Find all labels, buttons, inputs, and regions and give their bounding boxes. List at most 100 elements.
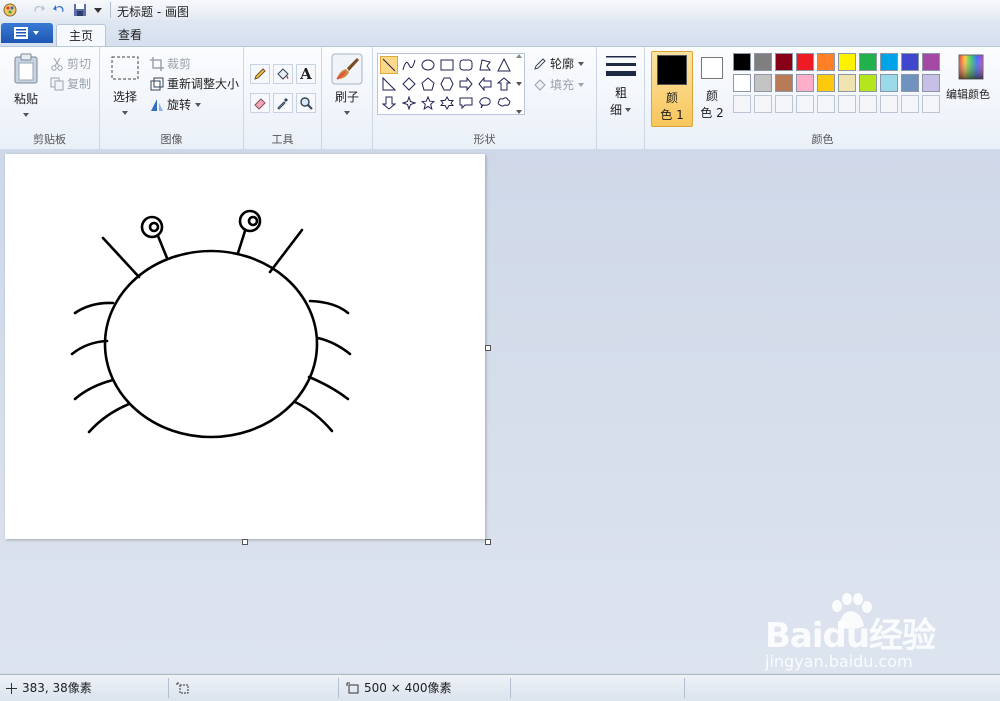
text-tool[interactable]: A [296,64,316,84]
custom-color-slot[interactable] [859,95,877,113]
rotate-button[interactable]: 旋转 [150,96,202,113]
fill-button[interactable]: 填充 [533,76,585,93]
tab-home[interactable]: 主页 [56,24,107,47]
shape-diamond[interactable] [400,75,418,93]
palette-swatch[interactable] [817,53,835,71]
chevron-down-icon [122,111,128,115]
right-triangle-icon [382,77,396,91]
undo-icon[interactable] [52,2,66,18]
expand-gallery-icon[interactable] [515,109,523,115]
paint-menu-button[interactable] [1,23,53,43]
color2-button[interactable]: 颜 色 2 [695,51,729,125]
palette-swatch[interactable] [922,53,940,71]
select-button[interactable]: 选择 [108,55,142,119]
outline-button[interactable]: 轮廓 [533,55,585,72]
palette-swatch[interactable] [838,53,856,71]
shape-triangle[interactable] [495,56,513,74]
palette-swatch[interactable] [922,74,940,92]
palette-swatch[interactable] [901,74,919,92]
palette-swatch[interactable] [775,53,793,71]
shape-hexagon[interactable] [438,75,456,93]
palette-swatch[interactable] [859,53,877,71]
shape-oval-callout[interactable] [476,94,494,112]
palette-swatch[interactable] [859,74,877,92]
palette-swatch[interactable] [880,74,898,92]
palette-swatch[interactable] [796,53,814,71]
shape-rectangle[interactable] [438,56,456,74]
customize-toolbar-icon[interactable] [93,2,103,18]
shape-six-point-star[interactable] [438,94,456,112]
color-picker-tool[interactable] [273,93,293,113]
color2-label-line2: 色 2 [700,106,724,120]
resize-handle-bottom[interactable] [242,539,248,545]
scroll-up-icon[interactable] [515,53,523,59]
resize-handle-right[interactable] [485,345,491,351]
brushes-button[interactable]: 刷子 [329,53,365,119]
shape-four-point-star[interactable] [400,94,418,112]
selection-rectangle-icon [111,56,139,80]
palette-swatch[interactable] [775,74,793,92]
cut-button[interactable]: 剪切 [50,55,91,72]
shape-five-point-star[interactable] [419,94,437,112]
drawing-canvas[interactable] [5,154,485,539]
magnifier-tool[interactable] [296,93,316,113]
shape-rect-callout[interactable] [457,94,475,112]
custom-color-slot[interactable] [838,95,856,113]
scroll-down-icon[interactable] [515,81,523,87]
shape-left-arrow[interactable] [476,75,494,93]
palette-swatch[interactable] [796,74,814,92]
fill-tool[interactable] [273,64,293,84]
shapes-scroll[interactable] [515,53,525,115]
canvas-size-icon [346,682,359,694]
custom-color-slot[interactable] [775,95,793,113]
resize-handle-corner[interactable] [485,539,491,545]
save-icon[interactable] [73,2,87,18]
shapes-gallery [377,53,525,115]
crop-button[interactable]: 裁剪 [150,55,191,72]
resize-button[interactable]: 重新调整大小 [150,75,239,92]
custom-color-slot[interactable] [733,95,751,113]
shape-right-triangle[interactable] [380,75,398,93]
shape-down-arrow[interactable] [380,94,398,112]
paint-app-icon[interactable] [2,2,18,18]
palette-swatch[interactable] [733,53,751,71]
edit-colors-label: 编辑颜色 [946,88,990,101]
shape-polygon[interactable] [476,56,494,74]
eraser-tool[interactable] [250,93,270,113]
tab-view[interactable]: 查看 [106,24,154,46]
shape-right-arrow[interactable] [457,75,475,93]
shape-rounded-rectangle[interactable] [457,56,475,74]
crosshair-icon [6,682,17,694]
palette-swatch[interactable] [754,74,772,92]
pencil-tool[interactable] [250,64,270,84]
shape-line[interactable] [380,56,398,74]
edit-colors-button[interactable]: 编辑颜色 [945,53,997,102]
size-button[interactable]: 粗 细 [603,53,639,118]
shape-pentagon[interactable] [419,75,437,93]
selection-size [176,675,189,701]
palette-swatch[interactable] [754,53,772,71]
clipboard-group-label: 剪贴板 [33,133,66,146]
custom-color-slot[interactable] [754,95,772,113]
shape-up-arrow[interactable] [495,75,513,93]
palette-swatch[interactable] [838,74,856,92]
shape-oval[interactable] [419,56,437,74]
redo-icon[interactable] [32,2,46,18]
palette-swatch[interactable] [817,74,835,92]
color1-button[interactable]: 颜 色 1 [651,51,693,127]
shape-curve[interactable] [400,56,418,74]
palette-swatch[interactable] [901,53,919,71]
palette-swatch[interactable] [880,53,898,71]
size-label-line1: 粗 [614,86,627,100]
canvas-workspace[interactable] [0,149,1000,673]
rotate-icon [151,98,163,111]
paste-button[interactable]: 粘贴 [8,53,44,123]
palette-swatch[interactable] [733,74,751,92]
shape-cloud-callout[interactable] [495,94,513,112]
custom-color-slot[interactable] [880,95,898,113]
custom-color-slot[interactable] [796,95,814,113]
copy-button[interactable]: 复制 [50,75,91,92]
custom-color-slot[interactable] [817,95,835,113]
custom-color-slot[interactable] [901,95,919,113]
custom-color-slot[interactable] [922,95,940,113]
